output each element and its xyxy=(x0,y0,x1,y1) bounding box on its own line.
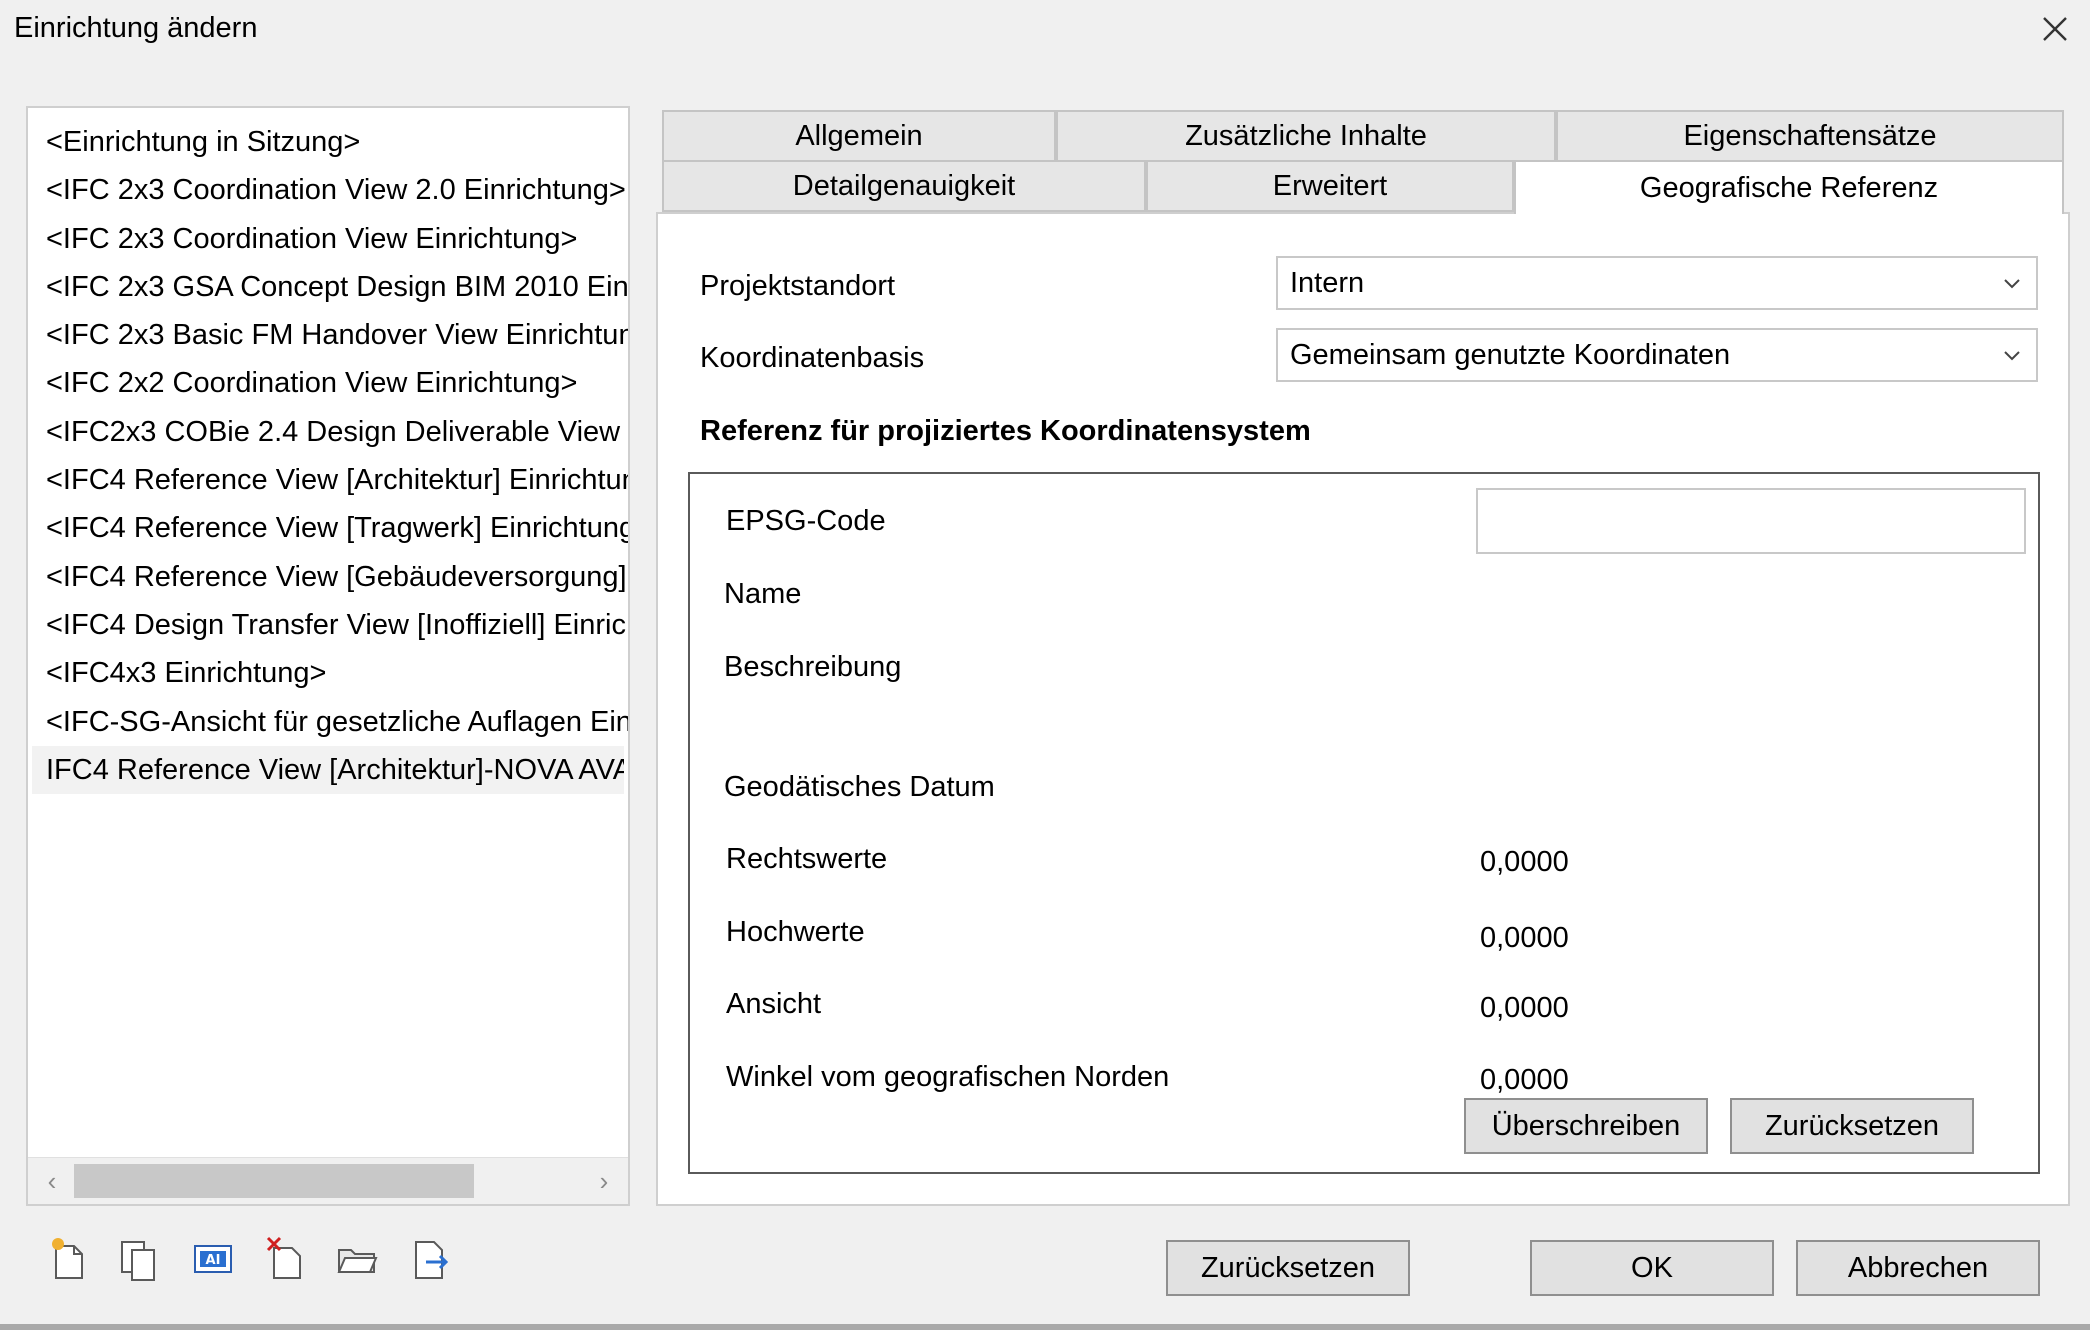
setup-list-item[interactable]: <IFC4x3 Einrichtung> xyxy=(28,649,628,697)
ansicht-value: 0,0000 xyxy=(1480,992,1569,1024)
setup-list-items: <Einrichtung in Sitzung> <IFC 2x3 Coordin… xyxy=(28,118,628,795)
setup-list-item[interactable]: <IFC4 Design Transfer View [Inoffiziell]… xyxy=(28,601,628,649)
setup-list-item[interactable]: <IFC 2x2 Coordination View Einrichtung> xyxy=(28,359,628,407)
setup-list[interactable]: <Einrichtung in Sitzung> <IFC 2x3 Coordin… xyxy=(26,106,630,1206)
setup-list-item[interactable]: <IFC4 Reference View [Gebäudeversorgung]… xyxy=(28,553,628,601)
tab-erweitert[interactable]: Erweitert xyxy=(1146,160,1514,212)
winkel-norden-label: Winkel vom geografischen Norden xyxy=(726,1061,1170,1093)
export-setup-button[interactable] xyxy=(410,1234,452,1282)
scroll-left-arrow-icon[interactable]: ‹ xyxy=(32,1162,72,1200)
setup-list-item[interactable]: IFC4 Reference View [Architektur]-NOVA A… xyxy=(32,745,624,795)
setup-list-item[interactable]: <IFC4 Reference View [Tragwerk] Einricht… xyxy=(28,504,628,552)
window-bottom-border xyxy=(0,1324,2090,1330)
epsg-code-input[interactable] xyxy=(1476,488,2026,554)
setup-list-item[interactable]: <IFC 2x3 Coordination View Einrichtung> xyxy=(28,215,628,263)
setup-list-item[interactable]: <Einrichtung in Sitzung> xyxy=(28,118,628,166)
setup-list-item[interactable]: <IFC 2x3 GSA Concept Design BIM 2010 Ein… xyxy=(28,263,628,311)
koordinatenbasis-value: Gemeinsam genutzte Koordinaten xyxy=(1290,338,1731,371)
section-title: Referenz für projiziertes Koordinatensys… xyxy=(700,415,1311,447)
button-label: OK xyxy=(1631,1251,1673,1284)
svg-text:AI: AI xyxy=(206,1253,221,1268)
beschreibung-label: Beschreibung xyxy=(724,651,902,683)
window-title: Einrichtung ändern xyxy=(14,12,258,44)
hochwerte-label: Hochwerte xyxy=(726,916,865,948)
name-label: Name xyxy=(724,578,802,610)
ansicht-label: Ansicht xyxy=(726,988,822,1020)
tab-zusaetzliche-inhalte[interactable]: Zusätzliche Inhalte xyxy=(1056,110,1556,162)
tab-label: Zusätzliche Inhalte xyxy=(1185,119,1427,152)
close-icon xyxy=(2043,17,2067,41)
projektstandort-value: Intern xyxy=(1290,266,1365,299)
tab-geografische-referenz[interactable]: Geografische Referenz xyxy=(1514,160,2064,214)
hochwerte-value: 0,0000 xyxy=(1480,922,1569,954)
projektstandort-label: Projektstandort xyxy=(700,270,896,302)
epsg-code-label: EPSG-Code xyxy=(726,505,886,537)
chevron-down-icon xyxy=(2004,279,2020,289)
projektstandort-select[interactable]: Intern xyxy=(1276,256,2038,310)
tab-label: Detailgenauigkeit xyxy=(792,169,1016,202)
delete-setup-button[interactable] xyxy=(264,1234,306,1282)
rechtswerte-label: Rechtswerte xyxy=(726,843,888,875)
winkel-norden-value: 0,0000 xyxy=(1480,1064,1569,1096)
rechtswerte-value: 0,0000 xyxy=(1480,846,1569,878)
tab-allgemein[interactable]: Allgemein xyxy=(662,110,1056,162)
new-setup-icon xyxy=(52,1238,83,1279)
cancel-button[interactable]: Abbrechen xyxy=(1796,1240,2040,1296)
setup-list-item[interactable]: <IFC4 Reference View [Architektur] Einri… xyxy=(28,456,628,504)
setup-list-item[interactable]: <IFC 2x3 Basic FM Handover View Einricht… xyxy=(28,311,628,359)
ueberschreiben-button[interactable]: Überschreiben xyxy=(1464,1098,1708,1154)
chevron-down-icon xyxy=(2004,351,2020,361)
setup-list-item[interactable]: <IFC-SG-Ansicht für gesetzliche Auflagen… xyxy=(28,698,628,746)
geodaetisches-datum-label: Geodätisches Datum xyxy=(724,771,995,803)
tab-label: Geografische Referenz xyxy=(1639,171,1939,204)
tab-label: Erweitert xyxy=(1272,169,1388,202)
button-label: Überschreiben xyxy=(1491,1109,1681,1142)
rename-setup-icon: AI xyxy=(194,1245,232,1273)
duplicate-setup-button[interactable] xyxy=(118,1234,160,1282)
duplicate-setup-icon xyxy=(121,1241,155,1281)
tab-label: Allgemein xyxy=(795,119,923,152)
horizontal-scrollbar[interactable]: ‹ › xyxy=(28,1157,628,1204)
rename-setup-button[interactable]: AI xyxy=(192,1234,234,1282)
close-button[interactable] xyxy=(2030,4,2080,54)
tab-detailgenauigkeit[interactable]: Detailgenauigkeit xyxy=(662,160,1146,212)
button-label: Zurücksetzen xyxy=(1764,1109,1940,1142)
delete-setup-icon xyxy=(266,1236,301,1279)
tab-eigenschaftensaetze[interactable]: Eigenschaftensätze xyxy=(1556,110,2064,162)
scrollbar-thumb[interactable] xyxy=(74,1164,474,1198)
new-setup-button[interactable] xyxy=(48,1234,90,1282)
import-setup-button[interactable] xyxy=(336,1234,378,1282)
import-setup-icon xyxy=(337,1249,378,1273)
setup-list-item[interactable]: <IFC2x3 COBie 2.4 Design Deliverable Vie… xyxy=(28,408,628,456)
setup-list-item[interactable]: <IFC 2x3 Coordination View 2.0 Einrichtu… xyxy=(28,166,628,214)
export-setup-icon xyxy=(415,1241,449,1279)
scroll-right-arrow-icon[interactable]: › xyxy=(584,1162,624,1200)
geo-reset-button[interactable]: Zurücksetzen xyxy=(1730,1098,1974,1154)
koordinatenbasis-label: Koordinatenbasis xyxy=(700,342,925,374)
koordinatenbasis-select[interactable]: Gemeinsam genutzte Koordinaten xyxy=(1276,328,2038,382)
button-label: Abbrechen xyxy=(1847,1251,1989,1284)
ok-button[interactable]: OK xyxy=(1530,1240,1774,1296)
tab-label: Eigenschaftensätze xyxy=(1683,119,1937,152)
reset-button[interactable]: Zurücksetzen xyxy=(1166,1240,1410,1296)
button-label: Zurücksetzen xyxy=(1200,1251,1376,1284)
